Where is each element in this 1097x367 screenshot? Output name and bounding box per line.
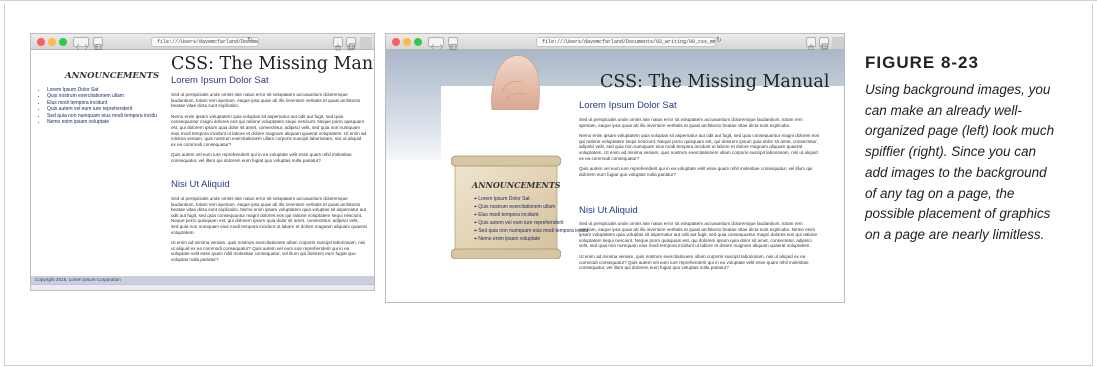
body-paragraph: Nemo enim ipsam voluptatem quia voluptas… <box>171 113 367 147</box>
body-paragraph: Sed ut perspiciatis unde omnis iste natu… <box>171 196 367 235</box>
sidebar-button[interactable] <box>93 37 103 50</box>
reload-icon[interactable]: ↻ <box>716 36 722 44</box>
announcement-link[interactable]: Nemo enim ipsam voluptate <box>47 119 157 125</box>
new-tab-button[interactable] <box>832 37 844 49</box>
heading-1: Lorem Ipsum Dolor Sat <box>171 75 269 86</box>
reload-icon[interactable]: ↻ <box>247 36 253 44</box>
sidebar-button[interactable] <box>448 37 458 50</box>
body-paragraph: Sed ut perspiciatis unde omnis iste natu… <box>579 221 818 249</box>
body-paragraph: Ut enim ad minima veniam, quis nostrum e… <box>171 240 366 262</box>
site-title: CSS: The Missing Manual <box>171 54 374 74</box>
heading-2: Nisi Ut Aliquid <box>171 179 230 190</box>
tabs-button[interactable] <box>346 37 356 51</box>
announcements-list: ⌖ Lorem Ipsum Dolor Sat ⌖ Quis nostrum ex… <box>464 196 588 244</box>
tabs-button[interactable] <box>819 37 829 51</box>
share-button[interactable] <box>333 37 343 51</box>
sidebar-icon <box>94 44 102 50</box>
heading-1: Lorem Ipsum Dolor Sat <box>579 100 677 111</box>
announcement-link[interactable]: ⌖ Quis nostrum exercitationem ullam <box>474 204 588 210</box>
section-2-text: Sed ut perspiciatis unde omnis iste natu… <box>171 196 367 270</box>
right-browser-window: file:///Users/davemcfarland/Documents/02… <box>385 33 845 303</box>
figure-caption-text: Using background images, you can make an… <box>865 82 1055 242</box>
site-title: CSS: The Missing Manual <box>600 72 830 92</box>
new-tab-button[interactable] <box>360 37 372 49</box>
body-paragraph: Sed ut perspiciatis unde omnis iste natu… <box>579 117 803 128</box>
share-button[interactable] <box>806 37 816 51</box>
zoom-window-button[interactable] <box>59 38 67 46</box>
zoom-window-button[interactable] <box>414 38 422 46</box>
body-paragraph: Nemo enim ipsam voluptatem quia voluptas… <box>579 133 820 161</box>
announcement-link[interactable]: ⌖ Sed quia non numquam eius modi tempora… <box>474 228 588 234</box>
chevron-left-icon[interactable] <box>74 43 90 51</box>
close-window-button[interactable] <box>37 38 45 46</box>
announcement-link[interactable]: ⌖ Quis autem vel eum iure reprehenderit <box>474 220 588 226</box>
address-bar[interactable]: file:///Users/davemcfarland/Documents/02… <box>536 37 716 47</box>
announcements-heading: ANNOUNCEMENTS <box>472 180 561 190</box>
address-bar[interactable]: file:///Users/davemcfarland/Documents/02… <box>151 37 259 47</box>
minimize-window-button[interactable] <box>403 38 411 46</box>
body-paragraph: Ut enim ad minima veniam, quis nostrum e… <box>579 253 809 271</box>
hand-holding-page-image <box>491 55 540 110</box>
announcement-link[interactable]: ⌖ Nemo enim ipsam voluptate <box>474 236 588 242</box>
body-paragraph: Quis autem vel eum iure reprehenderit qu… <box>579 166 813 177</box>
share-icon <box>335 43 341 51</box>
tabs-icon <box>347 43 355 51</box>
section-1-text: Sed ut perspiciatis unde omnis iste natu… <box>579 117 821 203</box>
section-1-text: Sed ut perspiciatis unde omnis iste natu… <box>171 92 367 178</box>
announcement-link[interactable]: ⌖ Elus modi tempora incidunt <box>474 212 588 218</box>
back-forward-buttons[interactable] <box>73 37 89 51</box>
right-browser-toolbar: file:///Users/davemcfarland/Documents/02… <box>386 34 844 51</box>
minimize-window-button[interactable] <box>48 38 56 46</box>
body-paragraph: Sed ut perspiciatis unde omnis iste natu… <box>171 92 361 109</box>
left-browser-window: file:///Users/davemcfarland/Documents/02… <box>30 33 375 291</box>
horizontal-scrollbar[interactable] <box>31 284 374 290</box>
page-footer: Copyright 2015, Lorem Ipsum Corporation <box>31 276 374 284</box>
body-paragraph: Quis autem vel eum iure reprehenderit qu… <box>171 152 352 163</box>
close-window-button[interactable] <box>392 38 400 46</box>
back-forward-buttons[interactable] <box>428 37 444 51</box>
left-browser-toolbar: file:///Users/davemcfarland/Documents/02… <box>31 34 374 51</box>
announcement-link[interactable]: ⌖ Lorem Ipsum Dolor Sat <box>474 196 588 202</box>
heading-2: Nisi Ut Aliquid <box>579 205 638 216</box>
figure-caption-title: FIGURE 8-23 <box>865 53 979 72</box>
announcements-list: Lorem Ipsum Dolor SatQuis nostrum exerci… <box>39 87 157 125</box>
section-2-text: Sed ut perspiciatis unde omnis iste natu… <box>579 221 821 301</box>
announcements-heading: ANNOUNCEMENTS <box>65 71 160 81</box>
